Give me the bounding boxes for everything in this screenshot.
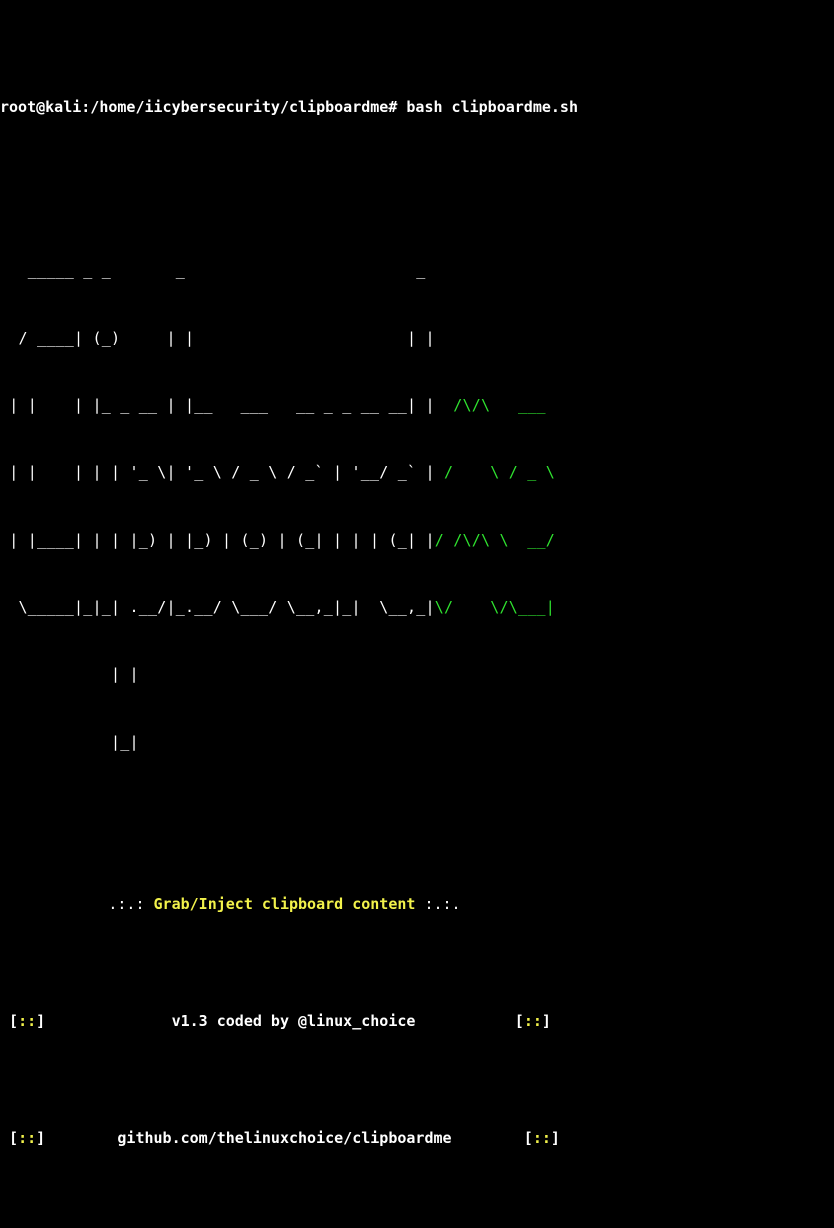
ascii-white-7: |_| bbox=[0, 732, 435, 751]
bracket-inner-left-1: :: bbox=[18, 1011, 37, 1030]
terminal-prompt-line: root@kali:/home/iicybersecurity/clipboar… bbox=[0, 96, 834, 119]
banner-repo-row: [::] github.com/thelinuxchoice/clipboard… bbox=[0, 1127, 834, 1150]
ascii-line: | | bbox=[0, 664, 834, 685]
tagline-left-marker: .:.: bbox=[108, 894, 145, 913]
bracket-inner-left-2: :: bbox=[18, 1128, 37, 1147]
repo-link-text[interactable]: github.com/thelinuxchoice/clipboardme bbox=[117, 1129, 451, 1147]
bracket-inner-right-2: :: bbox=[532, 1128, 551, 1147]
tagline-text: Grab/Inject clipboard content bbox=[153, 894, 416, 913]
ascii-art-banner: _____ _ _ _ _ / ____| (_) | | | | | | | … bbox=[0, 214, 834, 799]
ascii-green-0 bbox=[435, 261, 537, 279]
ascii-white-0: _____ _ _ _ _ bbox=[0, 261, 435, 280]
ascii-white-4: | |____| | | |_) | |_) | (_) | (_| | | |… bbox=[0, 530, 435, 549]
ascii-line: / ____| (_) | | | | bbox=[0, 328, 834, 349]
ascii-green-2: /\/\ ___ bbox=[434, 396, 556, 415]
banner-tagline-row: .:.: Grab/Inject clipboard content :.:. bbox=[0, 893, 834, 916]
ascii-green-7 bbox=[435, 733, 555, 751]
bracket-close-right-2: ] bbox=[550, 1128, 560, 1147]
ascii-line: | | | |_ _ __ | |__ ___ __ _ _ __ __| | … bbox=[0, 395, 834, 416]
ascii-green-6 bbox=[435, 665, 555, 683]
ascii-line: |_| bbox=[0, 732, 834, 753]
bracket-open-left-2: [ bbox=[9, 1128, 19, 1147]
bracket-open-left-1: [ bbox=[9, 1011, 19, 1030]
bracket-inner-right-1: :: bbox=[523, 1011, 542, 1030]
ascii-line: _____ _ _ _ _ bbox=[0, 260, 834, 281]
tagline-right-marker: :.:. bbox=[424, 894, 461, 913]
ascii-white-3: | | | | | '_ \| '_ \ / _ \ / _` | '__/ _… bbox=[0, 463, 435, 482]
ascii-green-3: / \ / _ \ bbox=[434, 463, 556, 482]
prompt-text: root@kali:/home/iicybersecurity/clipboar… bbox=[0, 97, 578, 116]
ascii-white-6: | | bbox=[0, 665, 435, 684]
version-text: v1.3 coded by @linux_choice bbox=[171, 1011, 416, 1030]
ascii-line: | | | | | '_ \| '_ \ / _ \ / _` | '__/ _… bbox=[0, 462, 834, 483]
banner-version-row: [::] v1.3 coded by @linux_choice [::] bbox=[0, 1010, 834, 1033]
ascii-line: \_____|_|_| .__/|_.__/ \___/ \__,_|_| \_… bbox=[0, 597, 834, 618]
ascii-green-4: / /\/\ \ __/ bbox=[434, 530, 556, 549]
bracket-close-right-1: ] bbox=[541, 1011, 551, 1030]
ascii-green-1 bbox=[435, 329, 537, 347]
bracket-close-left-1: ] bbox=[36, 1011, 46, 1030]
ascii-line: | |____| | | |_) | |_) | (_) | (_| | | |… bbox=[0, 530, 834, 551]
ascii-green-5: \/ \/\___| bbox=[434, 598, 556, 617]
terminal-window[interactable]: root@kali:/home/iicybersecurity/clipboar… bbox=[0, 0, 834, 1147]
ascii-white-1: / ____| (_) | | | | bbox=[0, 328, 435, 347]
bracket-open-right-2: [ bbox=[523, 1128, 533, 1147]
bracket-close-left-2: ] bbox=[36, 1128, 46, 1147]
ascii-white-2: | | | |_ _ __ | |__ ___ __ _ _ __ __| | bbox=[0, 396, 435, 415]
bracket-open-right-1: [ bbox=[514, 1011, 524, 1030]
ascii-white-5: \_____|_|_| .__/|_.__/ \___/ \__,_|_| \_… bbox=[0, 598, 435, 617]
